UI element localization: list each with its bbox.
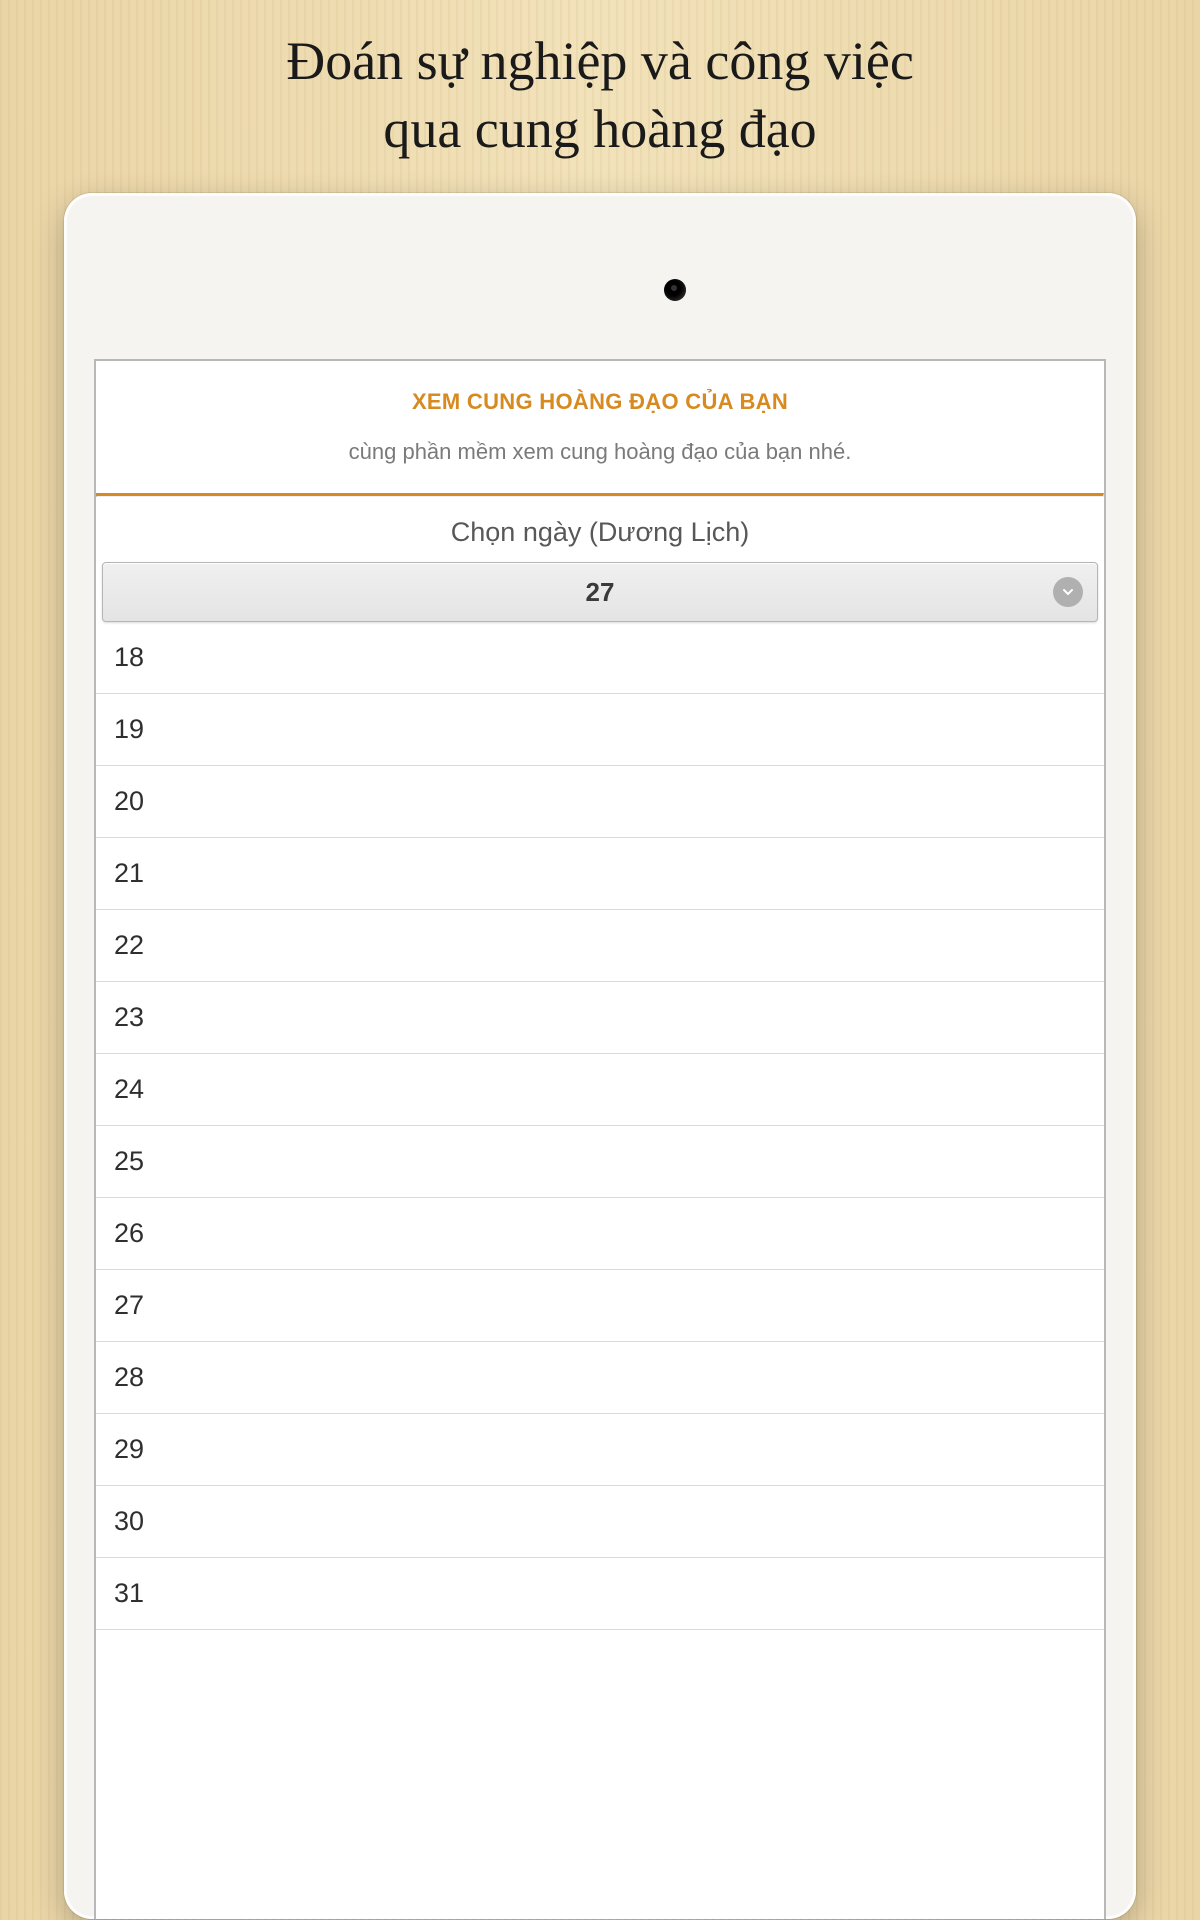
day-option[interactable]: 23 [96,982,1104,1054]
page-title: Đoán sự nghiệp và công việc qua cung hoà… [0,0,1200,183]
day-option[interactable]: 18 [96,622,1104,694]
day-option[interactable]: 28 [96,1342,1104,1414]
day-option[interactable]: 22 [96,910,1104,982]
day-option[interactable]: 21 [96,838,1104,910]
day-option[interactable]: 20 [96,766,1104,838]
day-option[interactable]: 25 [96,1126,1104,1198]
page-title-line1: Đoán sự nghiệp và công việc [286,31,914,91]
app-screen: XEM CUNG HOÀNG ĐẠO CỦA BẠN cùng phần mềm… [94,359,1106,1919]
tablet-frame: XEM CUNG HOÀNG ĐẠO CỦA BẠN cùng phần mềm… [64,193,1136,1919]
app-subtitle: cùng phần mềm xem cung hoàng đạo của bạn… [96,427,1104,493]
day-dropdown-value: 27 [586,577,615,608]
day-option[interactable]: 30 [96,1486,1104,1558]
tablet-inner: XEM CUNG HOÀNG ĐẠO CỦA BẠN cùng phần mềm… [64,193,1136,1919]
day-options-list: 18 19 20 21 22 23 24 25 26 27 28 29 30 3… [96,622,1104,1630]
day-option[interactable]: 29 [96,1414,1104,1486]
chevron-down-icon [1053,577,1083,607]
day-option[interactable]: 19 [96,694,1104,766]
app-heading: XEM CUNG HOÀNG ĐẠO CỦA BẠN [96,361,1104,427]
day-field-label: Chọn ngày (Dương Lịch) [96,497,1104,562]
day-option[interactable]: 26 [96,1198,1104,1270]
page-title-line2: qua cung hoàng đạo [383,99,816,159]
day-option[interactable]: 27 [96,1270,1104,1342]
day-dropdown[interactable]: 27 [102,562,1098,622]
day-option[interactable]: 24 [96,1054,1104,1126]
day-option[interactable]: 31 [96,1558,1104,1630]
